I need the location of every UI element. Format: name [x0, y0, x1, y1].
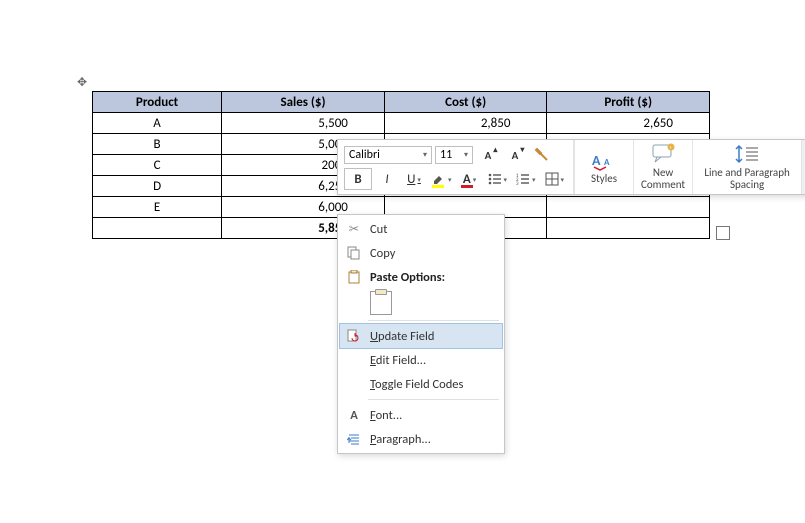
svg-text:A: A [604, 157, 610, 168]
mini-toolbar: Calibri ▾ 11 ▾ A▴ A▾ B I U▾ ▾ [337, 139, 805, 195]
center-align-button[interactable]: Cente [801, 140, 805, 194]
bullets-icon [488, 172, 502, 186]
cell-product[interactable]: E [93, 197, 222, 218]
styles-label: Styles [591, 173, 617, 185]
increase-font-button[interactable]: A▴ [476, 145, 500, 165]
font-color-button[interactable]: A▾ [458, 169, 482, 189]
ctx-font[interactable]: A Font... [340, 403, 502, 427]
borders-button[interactable]: ▾ [542, 169, 568, 189]
ctx-cut[interactable]: ✂ Cut [340, 217, 502, 241]
svg-text:3: 3 [516, 181, 519, 186]
ctx-paste-options-label: Paste Options: [340, 265, 502, 289]
highlight-icon [432, 172, 446, 186]
cell-product[interactable]: A [93, 113, 222, 134]
separator [368, 399, 499, 400]
ctx-paste-option-default[interactable] [340, 289, 502, 317]
dropdown-caret-icon: ▾ [464, 150, 468, 160]
numbering-button[interactable]: 1 2 3 ▾ [513, 169, 539, 189]
ctx-edit-field[interactable]: Edit Field... [340, 348, 502, 372]
table-anchor-icon: ✥ [77, 77, 87, 89]
font-size-combo[interactable]: 11 ▾ [435, 146, 473, 164]
styles-icon: A A [591, 149, 617, 171]
col-product: Product [93, 92, 222, 113]
cut-icon: ✂ [346, 221, 362, 237]
ctx-toggle-field-codes[interactable]: Toggle Field Codes [340, 372, 502, 396]
cell-product[interactable] [93, 218, 222, 239]
line-spacing-button[interactable]: Line and Paragraph Spacing [692, 140, 801, 194]
bullets-button[interactable]: ▾ [485, 169, 511, 189]
update-field-icon [346, 328, 362, 344]
cell-product[interactable]: B [93, 134, 222, 155]
paste-icon [346, 269, 362, 285]
ctx-update-field[interactable]: Update Field [339, 323, 503, 349]
italic-button[interactable]: I [375, 169, 399, 189]
svg-text:A: A [592, 152, 601, 169]
paintbrush-icon [534, 147, 550, 163]
new-comment-button[interactable]: + New Comment [633, 140, 692, 194]
format-painter-button[interactable] [530, 145, 554, 165]
cell-profit[interactable] [547, 218, 710, 239]
copy-icon [346, 245, 362, 261]
cell-profit[interactable]: 2,650 [547, 113, 710, 134]
col-cost: Cost ($) [384, 92, 547, 113]
ctx-paragraph[interactable]: Paragraph... [340, 427, 502, 451]
col-sales: Sales ($) [222, 92, 385, 113]
table-resize-handle[interactable] [716, 226, 730, 240]
context-menu: ✂ Cut Copy Paste Options: Update Field E… [337, 214, 505, 454]
highlight-button[interactable]: ▾ [429, 169, 455, 189]
font-name-combo[interactable]: Calibri ▾ [344, 146, 432, 164]
bold-button[interactable]: B [344, 168, 372, 190]
numbering-icon: 1 2 3 [516, 172, 530, 186]
font-size-value: 11 [440, 148, 452, 162]
font-name-value: Calibri [349, 148, 380, 162]
paragraph-icon [346, 431, 362, 447]
new-comment-label: New Comment [640, 167, 686, 191]
cell-sales[interactable]: 5,500 [222, 113, 385, 134]
comment-icon: + [650, 143, 676, 165]
separator [368, 320, 499, 321]
cell-product[interactable]: D [93, 176, 222, 197]
col-profit: Profit ($) [547, 92, 710, 113]
cell-cost[interactable]: 2,850 [384, 113, 547, 134]
line-spacing-label: Line and Paragraph Spacing [699, 167, 795, 191]
clipboard-icon [370, 291, 392, 315]
decrease-font-button[interactable]: A▾ [503, 145, 527, 165]
ctx-copy[interactable]: Copy [340, 241, 502, 265]
line-spacing-icon [734, 143, 760, 165]
underline-button[interactable]: U▾ [402, 169, 426, 189]
cell-product[interactable]: C [93, 155, 222, 176]
table-header-row: Product Sales ($) Cost ($) Profit ($) [93, 92, 710, 113]
dropdown-caret-icon: ▾ [423, 150, 427, 160]
borders-icon [545, 172, 559, 186]
cell-profit[interactable] [547, 197, 710, 218]
font-icon: A [346, 407, 362, 423]
table-row: A 5,500 2,850 2,650 [93, 113, 710, 134]
styles-button[interactable]: A A Styles [574, 140, 633, 194]
